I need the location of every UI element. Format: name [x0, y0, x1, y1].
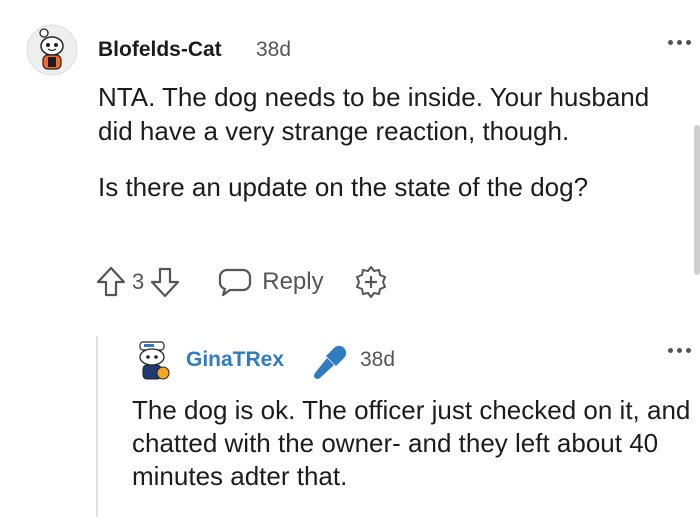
award-plus-icon[interactable]	[354, 265, 388, 299]
reply-button[interactable]: Reply	[218, 267, 324, 297]
avatar[interactable]	[26, 24, 78, 76]
comment-paragraph: NTA. The dog needs to be inside. Your hu…	[98, 82, 650, 146]
snoo-avatar-icon	[139, 341, 170, 380]
comment-actions: 3 Reply	[96, 262, 388, 302]
more-options-icon[interactable]	[668, 348, 691, 353]
comment-timestamp: 38d	[256, 38, 292, 61]
reply-author[interactable]: GinaTRex	[186, 348, 284, 372]
avatar[interactable]	[132, 340, 172, 382]
microphone-icon	[314, 345, 347, 379]
more-options-icon[interactable]	[668, 40, 691, 45]
downvote-icon[interactable]	[150, 265, 180, 299]
vote-score: 3	[132, 269, 145, 294]
reply-body: The dog is ok. The officer just checked …	[132, 395, 691, 491]
upvote-icon[interactable]	[96, 265, 126, 299]
snoo-avatar-icon	[26, 24, 78, 76]
comment-author[interactable]: Blofelds-Cat	[98, 38, 222, 62]
comment-paragraph: Is there an update on the state of the d…	[98, 172, 589, 202]
reply-bubble-icon	[219, 268, 252, 297]
reply-timestamp: 38d	[360, 348, 396, 371]
reply-label: Reply	[262, 268, 324, 295]
comment-body: NTA. The dog needs to be inside. Your hu…	[98, 80, 658, 226]
thread-line[interactable]	[96, 336, 98, 517]
scrollbar[interactable]	[694, 125, 700, 275]
